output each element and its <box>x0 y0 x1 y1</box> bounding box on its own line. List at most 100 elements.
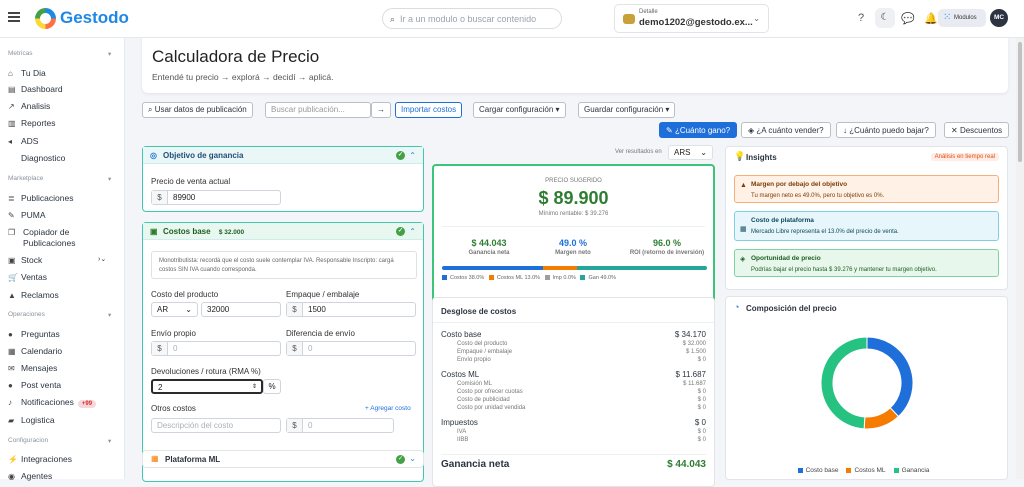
row-value: $ 0 <box>697 405 706 411</box>
tag-icon: ◈ <box>740 256 746 263</box>
mode-cuanto-gano[interactable]: ✎ ¿Cuánto gano? <box>659 122 738 138</box>
sidebar-item-ads[interactable]: ◂ ADS <box>8 136 38 146</box>
pie-chart-icon: ◔ <box>734 302 740 312</box>
page-scrollbar[interactable] <box>1016 38 1024 479</box>
stepper-icon[interactable]: ⇕ <box>252 381 257 394</box>
other-cost-description-input[interactable]: Descripción del costo <box>151 418 281 433</box>
sidebar-item-ventas[interactable]: 🛒 Ventas <box>8 272 47 282</box>
menu-icon[interactable] <box>8 12 20 22</box>
returns-input[interactable]: 2 ⇕ <box>151 379 263 394</box>
donut-slice-ganancia[interactable] <box>820 336 868 430</box>
global-search-input[interactable]: ⌕ Ir a un modulo o buscar contenido <box>382 8 562 29</box>
sidebar-section-marketplace[interactable]: Marketplace ▾ <box>8 175 111 183</box>
dark-mode-toggle[interactable]: ☾ <box>875 8 895 28</box>
chevron-down-icon: ▾ <box>108 51 112 58</box>
breakdown-row: Comisión ML $ 11.687 <box>457 381 706 387</box>
price-label: Precio de venta actual <box>151 177 231 186</box>
group-name: Impuestos <box>441 418 478 427</box>
sidebar-item-calendario[interactable]: ▦ Calendario <box>8 346 62 356</box>
account-selector[interactable]: Detalle demo1202@gestodo.ex... ⌄ <box>614 4 769 33</box>
legend-gan: Gan 49.0% <box>580 275 616 281</box>
costs-card-header[interactable]: ▣ Costos base $ 32.000 ✓ ⌃ <box>143 223 423 240</box>
sidebar-item-notificaciones[interactable]: ♪ Notificaciones +99 <box>8 397 97 408</box>
arrow-right-icon[interactable]: → <box>371 102 391 118</box>
calendar-icon: ▦ <box>8 347 16 356</box>
mode-descuentos[interactable]: ✕ Descuentos <box>944 122 1010 138</box>
caret-down-icon: ▾ <box>665 105 670 114</box>
chat-icon[interactable]: 💬 <box>901 12 915 25</box>
legend-item: Costo base <box>797 467 838 474</box>
chevron-down-icon: ⌄ <box>409 454 416 463</box>
legend-imp: Imp 0.0% <box>544 275 576 281</box>
app-logo-text[interactable]: Gestodo <box>60 8 129 28</box>
plug-icon: ⚡ <box>8 455 18 464</box>
sidebar-item-publicaciones[interactable]: ≣ Publicaciones <box>8 193 73 203</box>
dashboard-icon: ▤ <box>8 85 16 94</box>
page-title: Calculadora de Precio <box>152 47 320 66</box>
top-bar: Gestodo ⌕ Ir a un modulo o buscar conten… <box>0 0 1024 38</box>
group-total: $ 0 <box>694 418 706 427</box>
sidebar-section-operaciones[interactable]: Operaciones ▾ <box>8 311 111 319</box>
product-cost-input[interactable]: 32000 <box>201 302 281 317</box>
sidebar-item-agentes[interactable]: ◉ Agentes <box>8 471 52 481</box>
donut-slice-costos-ml[interactable] <box>863 407 900 430</box>
price-input[interactable]: $89900 <box>151 190 281 205</box>
row-value: $ 32.000 <box>682 341 706 347</box>
sidebar-item-reclamos[interactable]: ▲ Reclamos <box>8 290 59 300</box>
other-costs-label: Otros costos <box>151 404 196 413</box>
use-publication-button[interactable]: ⌕ Usar datos de publicación <box>142 102 253 118</box>
min-profitable: Mínimo rentable: $ 39.276 <box>538 211 609 217</box>
returns-unit: % <box>263 379 281 394</box>
platform-card[interactable]: ▦ Plataforma ML ✓ ⌄ <box>142 450 424 468</box>
row-value: $ 1.500 <box>685 349 706 355</box>
insight-alert-opportunity: ◈ Oportunidad de precio Podrías bajar el p… <box>734 249 999 277</box>
packaging-label: Empaque / embalaje <box>286 290 360 299</box>
group-total: $ 11.687 <box>675 370 706 379</box>
help-icon[interactable]: ? <box>858 12 864 24</box>
insight-alert-platform: ▦ Costo de plataforma Mercado Libre repres… <box>734 211 999 241</box>
sidebar-item-analisis[interactable]: ↗ Analisis <box>8 101 50 111</box>
sidebar-item-copiador[interactable]: ❐ Copiador de Publicaciones <box>8 227 108 249</box>
legend-item: Ganancia <box>893 467 929 474</box>
search-publication-input[interactable]: Buscar publicación... <box>265 102 371 118</box>
mode-a-cuanto-vender[interactable]: ◈ ¿A cuánto vender? <box>741 122 831 138</box>
goal-card: ◎ Objetivo de ganancia ✓ ⌃ Precio de venta … <box>142 146 424 212</box>
currency-select[interactable]: AR ⌄ <box>151 302 198 317</box>
donut-slice-costo-base[interactable] <box>866 336 914 418</box>
notification-bell-icon[interactable]: 🔔 <box>924 12 938 25</box>
row-label: Costo de publicidad <box>457 397 510 403</box>
breakdown-row: Costo del producto $ 32.000 <box>457 341 706 347</box>
sidebar-item-logistica[interactable]: ▰ Logistica <box>8 415 55 425</box>
save-config-button[interactable]: Guardar configuración ▾ <box>578 102 676 118</box>
row-value: $ 11.687 <box>683 381 706 387</box>
sidebar-section-metricas[interactable]: Metricas ▾ <box>8 50 111 58</box>
sidebar-item-integraciones[interactable]: ⚡ Integraciones <box>8 454 72 464</box>
sidebar-item-mensajes[interactable]: ✉ Mensajes <box>8 363 57 373</box>
import-costs-button[interactable]: Importar costos <box>395 102 463 118</box>
add-cost-link[interactable]: + Agregar costo <box>365 405 411 412</box>
sidebar-section-configuracion[interactable]: Configuracion ▾ <box>8 437 111 445</box>
modulos-button[interactable]: Modulos <box>938 9 986 27</box>
sidebar-item-diagnostico[interactable]: Diagnostico <box>21 153 65 163</box>
mode-cuanto-puedo-bajar[interactable]: ↓ ¿Cuánto puedo bajar? <box>836 122 936 138</box>
sidebar-item-reportes[interactable]: ▥ Reportes <box>8 118 56 128</box>
sidebar-item-dashboard[interactable]: ▤ Dashboard <box>8 84 63 94</box>
own-shipping-input[interactable]: $0 <box>151 341 281 356</box>
shipping-diff-input[interactable]: $0 <box>286 341 416 356</box>
load-config-button[interactable]: Cargar configuración ▾ <box>473 102 566 118</box>
chevron-down-icon: ▾ <box>108 438 112 445</box>
check-icon: ✓ <box>396 455 405 464</box>
sidebar-item-puma[interactable]: ✎ PUMA <box>8 210 46 220</box>
user-avatar[interactable]: MC <box>990 9 1008 27</box>
page-header: Calculadora de Precio Entendé tu precio … <box>142 38 1008 93</box>
account-email: demo1202@gestodo.ex... <box>639 17 753 28</box>
row-label: IVA <box>457 429 467 435</box>
sidebar-item-tu-dia[interactable]: ⌂ Tu Dia <box>8 68 46 78</box>
other-cost-value-input[interactable]: $0 <box>286 418 394 433</box>
sidebar-item-post-venta[interactable]: ● Post venta <box>8 380 61 390</box>
packaging-input[interactable]: $1500 <box>286 302 416 317</box>
sidebar-item-stock[interactable]: ▣ Stock ›⌄ <box>8 255 106 265</box>
sidebar-item-preguntas[interactable]: ● Preguntas <box>8 329 60 339</box>
goal-card-header[interactable]: ◎ Objetivo de ganancia ✓ ⌃ <box>143 147 423 164</box>
result-currency-select[interactable]: ARS ⌄ <box>668 145 713 160</box>
